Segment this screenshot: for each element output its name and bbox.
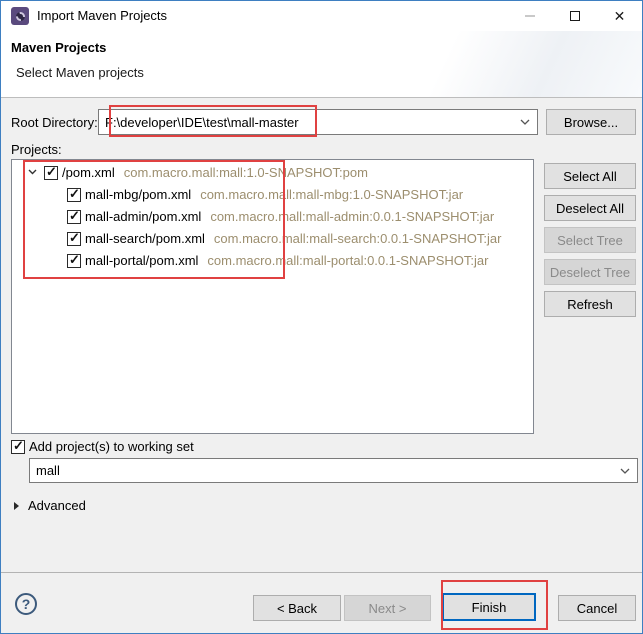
select-all-button[interactable]: Select All (544, 163, 636, 189)
tree-item-label: mall-admin/pom.xml (85, 209, 201, 224)
tree-row-mall-mbg[interactable]: mall-mbg/pom.xml com.macro.mall:mall-mbg:… (12, 184, 533, 206)
root-directory-input[interactable] (99, 110, 537, 134)
checkbox[interactable] (67, 210, 81, 224)
browse-button[interactable]: Browse... (546, 109, 636, 135)
root-directory-label: Root Directory: (11, 115, 98, 130)
import-maven-projects-dialog: Import Maven Projects ✕ Maven Projects S… (0, 0, 643, 634)
help-button[interactable]: ? (15, 593, 37, 615)
title-bar: Import Maven Projects ✕ (1, 1, 642, 31)
maven-app-icon (11, 7, 29, 25)
tree-item-coords: com.macro.mall:mall-portal:0.0.1-SNAPSHO… (207, 253, 488, 268)
gear-icon (16, 12, 25, 21)
window-controls: ✕ (507, 1, 642, 31)
tree-item-coords: com.macro.mall:mall-search:0.0.1-SNAPSHO… (214, 231, 502, 246)
tree-item-coords: com.macro.mall:mall-admin:0.0.1-SNAPSHOT… (210, 209, 494, 224)
working-set-input[interactable] (30, 459, 637, 482)
deselect-all-button[interactable]: Deselect All (544, 195, 636, 221)
working-set-label[interactable]: Add project(s) to working set (29, 439, 194, 454)
projects-tree[interactable]: /pom.xml com.macro.mall:mall:1.0-SNAPSHOT… (11, 159, 534, 434)
projects-label: Projects: (11, 142, 62, 157)
checkbox[interactable] (67, 232, 81, 246)
checkbox[interactable] (44, 166, 58, 180)
window-title: Import Maven Projects (37, 1, 167, 31)
maximize-icon (570, 11, 580, 21)
minimize-icon (525, 15, 535, 17)
tree-row-mall-portal[interactable]: mall-portal/pom.xml com.macro.mall:mall-p… (12, 250, 533, 272)
chevron-down-icon[interactable] (520, 119, 530, 125)
page-title: Maven Projects (11, 40, 106, 55)
tree-row-mall-admin[interactable]: mall-admin/pom.xml com.macro.mall:mall-ad… (12, 206, 533, 228)
root-directory-combo[interactable] (98, 109, 538, 135)
finish-button[interactable]: Finish (442, 593, 536, 621)
checkbox[interactable] (67, 188, 81, 202)
tree-item-label: /pom.xml (62, 165, 115, 180)
help-icon: ? (22, 596, 31, 612)
refresh-button[interactable]: Refresh (544, 291, 636, 317)
next-button: Next > (344, 595, 431, 621)
advanced-label[interactable]: Advanced (28, 498, 86, 513)
tree-item-label: mall-portal/pom.xml (85, 253, 198, 268)
minimize-button (507, 1, 552, 31)
tree-item-label: mall-search/pom.xml (85, 231, 205, 246)
tree-row-mall-search[interactable]: mall-search/pom.xml com.macro.mall:mall-s… (12, 228, 533, 250)
close-button[interactable]: ✕ (597, 1, 642, 31)
chevron-down-icon[interactable] (620, 468, 630, 474)
deselect-tree-button: Deselect Tree (544, 259, 636, 285)
cancel-button[interactable]: Cancel (558, 595, 636, 621)
tree-item-coords: com.macro.mall:mall:1.0-SNAPSHOT:pom (124, 165, 368, 180)
working-set-combo[interactable] (29, 458, 638, 483)
maximize-button[interactable] (552, 1, 597, 31)
back-button[interactable]: < Back (253, 595, 341, 621)
select-tree-button: Select Tree (544, 227, 636, 253)
tree-row-pom[interactable]: /pom.xml com.macro.mall:mall:1.0-SNAPSHOT… (12, 162, 533, 184)
page-subtitle: Select Maven projects (16, 65, 144, 80)
wizard-banner: Maven Projects Select Maven projects (1, 31, 642, 98)
tree-item-label: mall-mbg/pom.xml (85, 187, 191, 202)
tree-expander-icon[interactable] (28, 169, 37, 175)
close-icon: ✕ (614, 9, 626, 23)
working-set-checkbox[interactable] (11, 440, 25, 454)
advanced-expander-icon[interactable] (14, 502, 19, 510)
footer-divider (1, 572, 642, 573)
tree-item-coords: com.macro.mall:mall-mbg:1.0-SNAPSHOT:jar (200, 187, 463, 202)
checkbox[interactable] (67, 254, 81, 268)
